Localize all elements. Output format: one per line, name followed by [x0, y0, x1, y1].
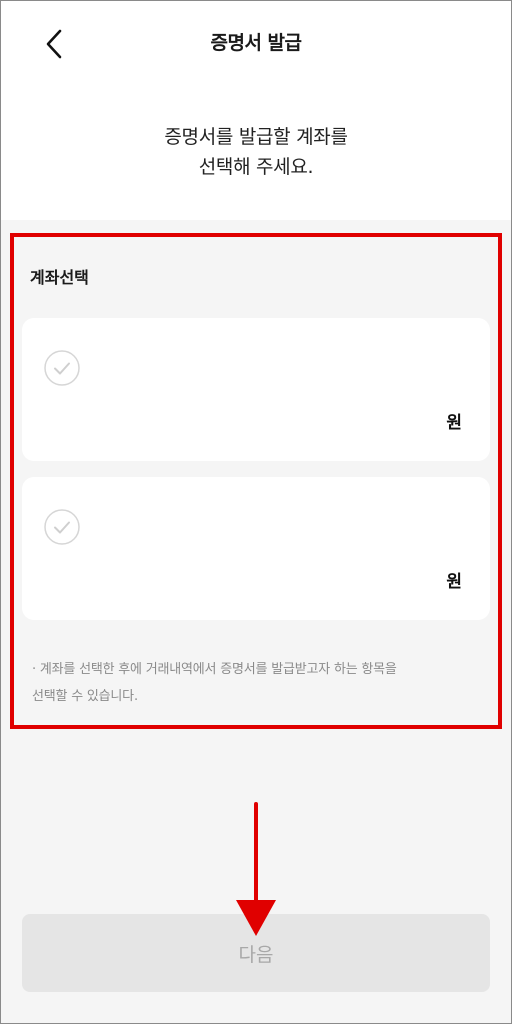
- notice-line-1: · 계좌를 선택한 후에 거래내역에서 증명서를 발급받고자 하는 항목을: [32, 662, 397, 677]
- check-circle-icon[interactable]: [44, 350, 80, 386]
- guide-text: 증명서를 발급할 계좌를 선택해 주세요.: [0, 122, 512, 182]
- balance-unit: 원: [446, 572, 462, 592]
- page-title: 증명서 발급: [210, 32, 302, 54]
- notice-text: · 계좌를 선택한 후에 거래내역에서 증명서를 발급받고자 하는 항목을 선택…: [32, 656, 472, 710]
- guide-line-2: 선택해 주세요.: [198, 156, 314, 178]
- notice-line-2: 선택할 수 있습니다.: [32, 689, 138, 704]
- account-select-label: 계좌선택: [30, 268, 89, 287]
- balance-unit: 원: [446, 413, 462, 433]
- guide-line-1: 증명서를 발급할 계좌를: [164, 126, 348, 148]
- header: 증명서 발급 증명서를 발급할 계좌를 선택해 주세요.: [0, 0, 512, 220]
- account-card[interactable]: 원: [22, 477, 490, 620]
- next-button[interactable]: 다음: [22, 914, 490, 992]
- check-circle-icon[interactable]: [44, 509, 80, 545]
- account-card[interactable]: 원: [22, 318, 490, 461]
